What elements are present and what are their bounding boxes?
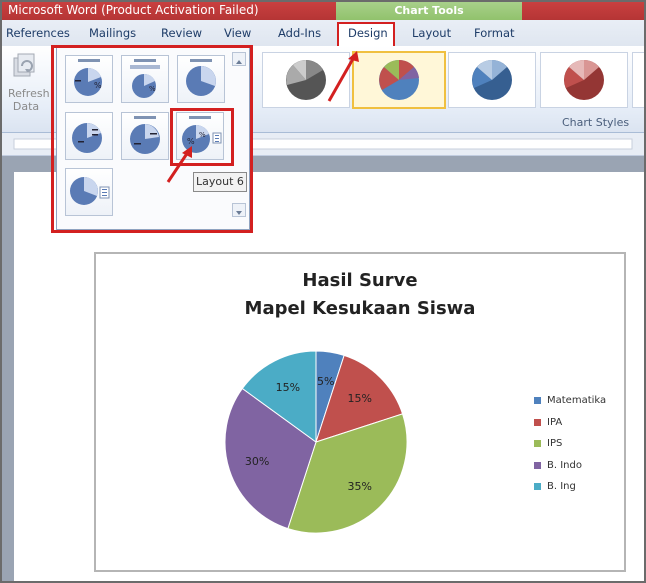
pie-data-label: 35% xyxy=(348,480,372,493)
legend-swatch xyxy=(534,418,541,426)
chart-title-line1[interactable]: Hasil Surve xyxy=(94,270,626,291)
refresh-data-icon[interactable] xyxy=(12,52,38,80)
chart-tools-label: Chart Tools xyxy=(394,4,464,17)
style-4-pie-icon xyxy=(564,60,604,100)
tab-view[interactable]: View xyxy=(224,26,251,40)
refresh-label-line2: Data xyxy=(12,100,40,113)
legend-entry[interactable]: B. Ing xyxy=(534,476,576,492)
chart-title-line2[interactable]: Mapel Kesukaan Siswa xyxy=(94,298,626,319)
tab-design[interactable]: Design xyxy=(348,26,388,40)
legend-label: IPS xyxy=(547,438,563,449)
chart-legend[interactable]: Matematika IPA IPS B. Indo B. Ing xyxy=(534,390,626,500)
tab-add-ins[interactable]: Add-Ins xyxy=(278,26,321,40)
legend-entry[interactable]: Matematika xyxy=(534,390,607,406)
pie-data-label: 15% xyxy=(348,392,372,405)
word-window: Microsoft Word (Product Activation Faile… xyxy=(0,0,646,583)
pie-data-label: 30% xyxy=(245,455,269,468)
legend-label: B. Indo xyxy=(547,459,582,471)
legend-swatch xyxy=(534,483,541,490)
chart-styles-group-label: Chart Styles xyxy=(562,116,630,129)
chart-style-5-partial[interactable] xyxy=(632,52,644,108)
refresh-label-line1: Refresh xyxy=(8,87,50,100)
legend-entry[interactable]: IPS xyxy=(534,433,563,449)
legend-entry[interactable]: IPA xyxy=(534,412,563,428)
refresh-data-button[interactable]: Refresh Data xyxy=(8,87,50,113)
pie-data-label: 5% xyxy=(317,375,334,388)
tab-mailings[interactable]: Mailings xyxy=(89,26,136,40)
legend-entry[interactable]: B. Indo xyxy=(534,455,582,471)
style-2-pie-icon xyxy=(379,60,419,100)
chart-style-2-selected[interactable] xyxy=(352,51,446,109)
tab-review[interactable]: Review xyxy=(161,26,202,40)
legend-swatch xyxy=(534,461,541,469)
legend-label: Matematika xyxy=(547,395,607,406)
style-1-pie-icon xyxy=(286,60,326,100)
tab-references[interactable]: References xyxy=(6,26,70,40)
legend-swatch xyxy=(534,397,541,404)
tab-format[interactable]: Format xyxy=(474,26,515,40)
chart-style-3[interactable] xyxy=(448,52,536,108)
layout-tooltip: Layout 6 xyxy=(193,172,247,192)
chart-style-4[interactable] xyxy=(540,52,628,108)
chart-style-1[interactable] xyxy=(262,52,350,108)
pie-data-label: 15% xyxy=(276,381,300,394)
legend-label: IPA xyxy=(547,416,563,428)
window-title: Microsoft Word (Product Activation Faile… xyxy=(8,3,259,17)
layout-6-highlight xyxy=(170,108,234,166)
style-3-pie-icon xyxy=(472,60,512,100)
legend-swatch xyxy=(534,440,541,447)
legend-label: B. Ing xyxy=(547,481,576,492)
pie-chart[interactable]: 5% 15% 35% 30% 15% xyxy=(202,332,442,552)
tab-layout[interactable]: Layout xyxy=(412,26,451,40)
